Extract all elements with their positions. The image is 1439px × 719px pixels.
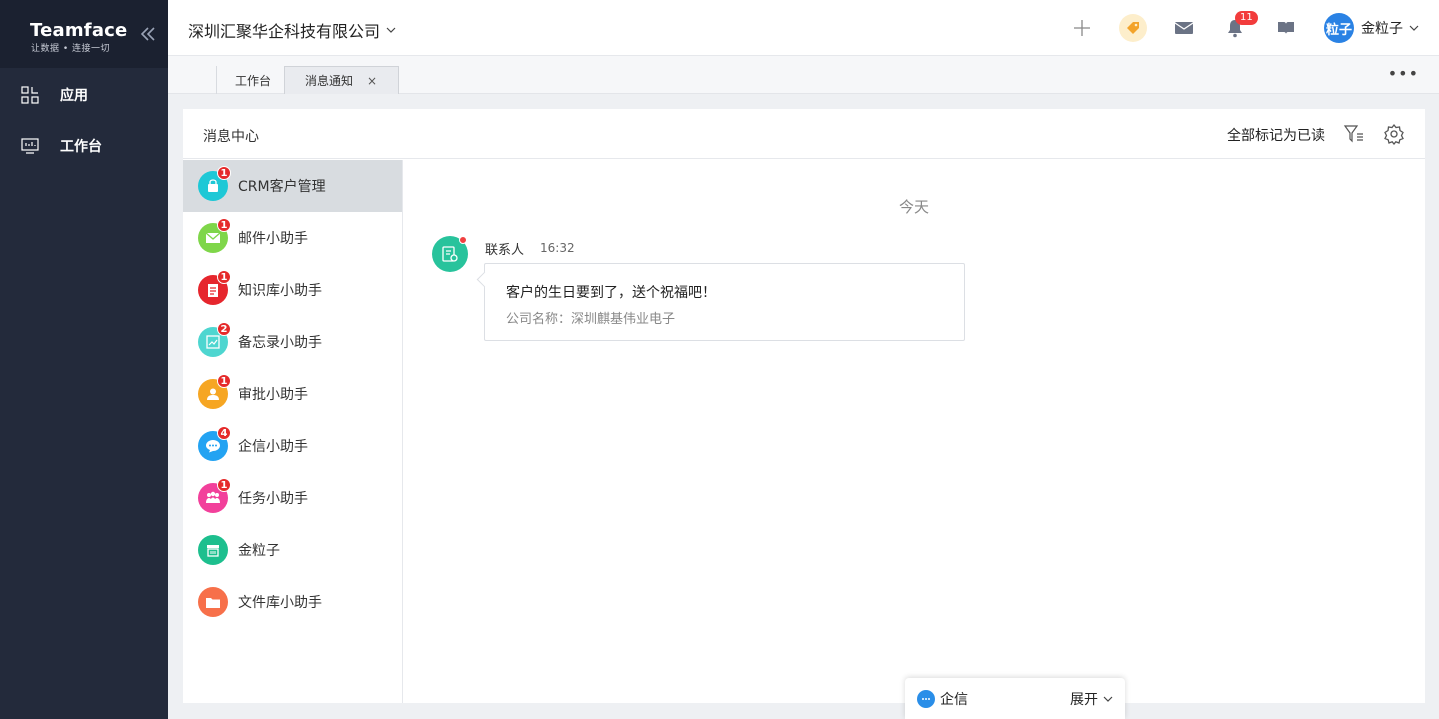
close-icon[interactable]: × <box>367 74 377 88</box>
user-name: 金粒子 <box>1361 21 1403 37</box>
brand: Teamface 让数据 • 连接一切 <box>0 0 168 68</box>
task-icon: 1 <box>198 478 231 513</box>
date-divider: 今天 <box>898 198 929 216</box>
tab-bar: 工作台 消息通知 × ••• <box>168 56 1439 94</box>
crm-icon: 1 <box>198 166 231 201</box>
unread-badge: 1 <box>217 166 231 180</box>
mail-icon: 1 <box>198 218 231 253</box>
unread-badge: 4 <box>217 426 231 440</box>
unread-badge: 1 <box>217 270 231 284</box>
channel-label: 备忘录小助手 <box>238 335 322 351</box>
knowledge-icon: 1 <box>198 270 231 305</box>
channel-label: 企信小助手 <box>238 439 308 455</box>
channel-label: 知识库小助手 <box>238 283 322 299</box>
sidebar-item-workbench[interactable]: 工作台 <box>0 120 168 171</box>
sidebar-item-label: 工作台 <box>60 138 102 155</box>
unread-badge: 1 <box>217 478 231 492</box>
sidebar-item-label: 应用 <box>60 87 88 104</box>
avatar: 粒子 <box>1324 13 1354 43</box>
approval-icon: 1 <box>198 374 231 409</box>
top-bar: 深圳汇聚华企科技有限公司 11 粒子 金粒子 <box>168 0 1439 56</box>
notification-bell-icon[interactable]: 11 <box>1221 11 1258 42</box>
tab-label: 工作台 <box>235 73 272 88</box>
channel-item-knowledge[interactable]: 1 知识库小助手 <box>183 264 402 316</box>
channel-item-mail[interactable]: 1 邮件小助手 <box>183 212 402 264</box>
user-menu[interactable]: 粒子 金粒子 <box>1324 13 1419 43</box>
message-center-panel: 消息中心 全部标记为已读 1 CRM客户管理 1 邮件小助手 1 知识库小助手 … <box>183 109 1425 703</box>
mail-icon[interactable] <box>1170 14 1198 42</box>
message-sender: 联系人 <box>485 243 525 258</box>
message-area: 今天 联系人 16:32 客户的生日要到了，送个祝福吧！ 公司名称：深圳麒基伟业… <box>403 160 1425 703</box>
collapse-sidebar-icon[interactable] <box>138 24 158 44</box>
company-switcher[interactable]: 深圳汇聚华企科技有限公司 <box>188 18 396 42</box>
chat-widget[interactable]: 企信 展开 <box>905 678 1125 719</box>
page-title: 消息中心 <box>203 129 259 145</box>
expand-button[interactable]: 展开 <box>1070 689 1113 709</box>
channel-item-task[interactable]: 1 任务小助手 <box>183 472 402 524</box>
book-icon[interactable] <box>1272 14 1300 42</box>
more-icon[interactable]: ••• <box>1388 64 1419 83</box>
sidebar-item-apps[interactable]: 应用 <box>0 69 168 120</box>
message-time: 16:32 <box>540 241 575 255</box>
channel-label: 审批小助手 <box>238 387 308 403</box>
chat-bubble-icon <box>917 689 935 708</box>
brand-tagline: 让数据 • 连接一切 <box>31 44 111 54</box>
contact-avatar-icon <box>432 236 468 272</box>
channel-list: 1 CRM客户管理 1 邮件小助手 1 知识库小助手 2 备忘录小助手 1 审批… <box>183 160 403 703</box>
channel-item-chat[interactable]: 4 企信小助手 <box>183 420 402 472</box>
channel-item-approval[interactable]: 1 审批小助手 <box>183 368 402 420</box>
add-icon[interactable] <box>1068 14 1096 42</box>
channel-item-memo[interactable]: 2 备忘录小助手 <box>183 316 402 368</box>
monitor-icon <box>20 136 40 156</box>
company-name: 深圳汇聚华企科技有限公司 <box>188 22 381 41</box>
unread-badge: 1 <box>217 374 231 388</box>
channel-item-crm[interactable]: 1 CRM客户管理 <box>183 160 402 212</box>
message-card[interactable]: 客户的生日要到了，送个祝福吧！ 公司名称：深圳麒基伟业电子 <box>484 263 965 341</box>
channel-item-files[interactable]: 文件库小助手 <box>183 576 402 628</box>
mark-all-read-button[interactable]: 全部标记为已读 <box>1227 125 1325 145</box>
brand-name: Teamface <box>30 20 128 41</box>
unread-badge: 2 <box>217 322 231 336</box>
tab-notifications[interactable]: 消息通知 × <box>284 66 399 94</box>
memo-icon: 2 <box>198 322 231 357</box>
sidebar: Teamface 让数据 • 连接一切 应用 工作台 <box>0 0 168 719</box>
gear-icon[interactable] <box>1383 123 1405 146</box>
unread-dot <box>459 236 467 244</box>
channel-label: 任务小助手 <box>238 491 308 507</box>
chevron-down-icon <box>1103 696 1113 702</box>
chat-widget-label: 企信 <box>940 691 968 708</box>
channel-label: 邮件小助手 <box>238 231 308 247</box>
tab-workbench[interactable]: 工作台 <box>216 66 289 94</box>
tag-icon[interactable] <box>1119 14 1147 42</box>
store-icon <box>198 535 228 565</box>
channel-label: CRM客户管理 <box>238 179 326 195</box>
chevron-down-icon <box>1409 25 1419 31</box>
notification-badge: 11 <box>1235 11 1258 25</box>
chat-icon: 4 <box>198 426 231 461</box>
expand-label: 展开 <box>1070 691 1098 708</box>
grid-icon <box>20 85 40 105</box>
channel-label: 金粒子 <box>238 543 280 559</box>
folder-icon <box>198 587 228 617</box>
chevron-down-icon <box>386 27 396 33</box>
tab-label: 消息通知 <box>305 74 354 88</box>
channel-label: 文件库小助手 <box>238 595 322 611</box>
filter-icon[interactable] <box>1343 123 1365 145</box>
panel-header: 消息中心 全部标记为已读 <box>183 109 1425 159</box>
channel-item-jinlizi[interactable]: 金粒子 <box>183 524 402 576</box>
message-subtitle: 公司名称：深圳麒基伟业电子 <box>506 312 676 327</box>
unread-badge: 1 <box>217 218 231 232</box>
message-title: 客户的生日要到了，送个祝福吧！ <box>506 285 716 301</box>
